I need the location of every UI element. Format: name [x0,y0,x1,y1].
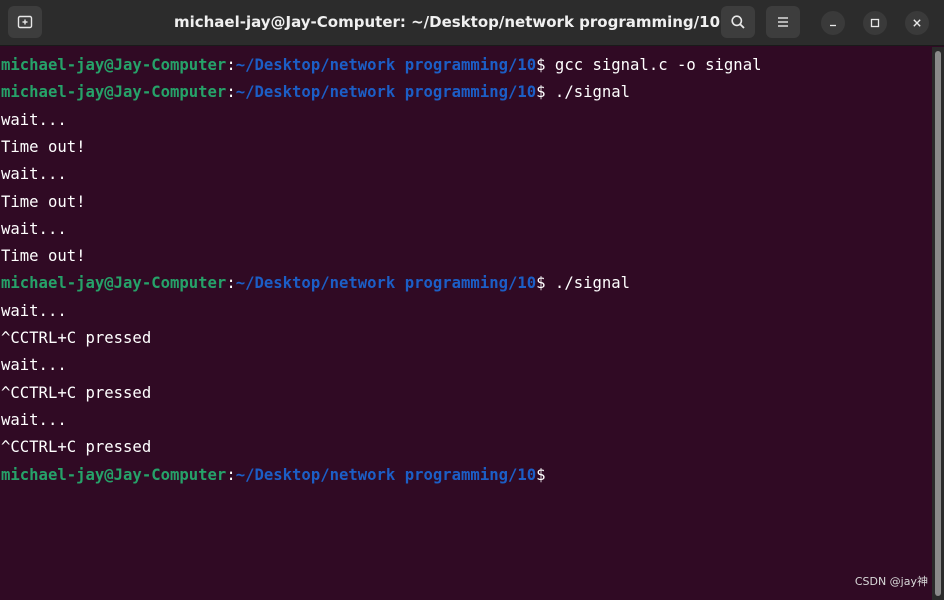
output-line: wait... [1,110,67,129]
command-text: ./signal [545,83,631,102]
prompt-dollar: $ [536,83,546,102]
close-icon [913,19,921,27]
output-line: wait... [1,219,67,238]
prompt-colon: : [226,83,236,102]
output-line: Time out! [1,247,86,266]
maximize-icon [870,18,880,28]
output-line: ^CCTRL+C pressed [1,383,152,402]
output-line: ^CCTRL+C pressed [1,329,152,347]
watermark: CSDN @jay神 [854,575,928,588]
hamburger-icon [778,17,788,27]
output-line: wait... [1,301,67,320]
terminal-window: michael-jay@Jay-Computer: ~/Desktop/netw… [0,0,944,600]
prompt-dollar: $ [536,56,546,74]
prompt-user-host: michael-jay@Jay-Computer [1,465,227,484]
terminal-output[interactable]: michael-jay@Jay-Computer:~/Desktop/netwo… [0,47,932,600]
scroll-thumb[interactable] [935,51,941,596]
command-text: gcc signal.c -o signal [545,56,762,74]
prompt-colon: : [226,465,236,484]
prompt-colon: : [226,56,236,74]
prompt-colon: : [226,274,236,293]
search-icon [731,15,745,29]
maximize-button[interactable] [863,11,887,35]
close-button[interactable] [905,11,929,35]
output-line: wait... [1,165,67,184]
output-line: Time out! [1,192,86,211]
prompt-path: ~/Desktop/network programming/10 [235,56,537,74]
new-tab-button[interactable] [8,6,42,38]
prompt-dollar: $ [536,465,546,484]
prompt-line: michael-jay@Jay-Computer:~/Desktop/netwo… [1,270,630,297]
prompt-line: michael-jay@Jay-Computer:~/Desktop/netwo… [1,52,761,79]
minimize-button[interactable] [821,11,845,35]
prompt-dollar: $ [536,274,546,293]
prompt-user-host: michael-jay@Jay-Computer [1,83,227,102]
menu-button[interactable] [766,6,800,38]
search-button[interactable] [721,6,755,38]
output-line: wait... [1,356,67,375]
prompt-line: michael-jay@Jay-Computer:~/Desktop/netwo… [1,79,630,106]
window-title: michael-jay@Jay-Computer: ~/Desktop/netw… [173,13,721,31]
prompt-user-host: michael-jay@Jay-Computer [1,56,227,74]
output-line: Time out! [1,137,86,156]
new-tab-icon [17,15,33,29]
command-text: ./signal [545,274,631,293]
minimize-icon [830,24,836,27]
prompt-path: ~/Desktop/network programming/10 [235,83,537,102]
output-line: wait... [1,410,67,429]
scrollbar[interactable] [932,47,944,600]
prompt-path: ~/Desktop/network programming/10 [235,465,537,484]
prompt-user-host: michael-jay@Jay-Computer [1,274,227,293]
titlebar: michael-jay@Jay-Computer: ~/Desktop/netw… [0,0,944,46]
prompt-path: ~/Desktop/network programming/10 [235,274,537,293]
prompt-line: michael-jay@Jay-Computer:~/Desktop/netwo… [1,462,546,489]
output-line: ^CCTRL+C pressed [1,438,152,457]
